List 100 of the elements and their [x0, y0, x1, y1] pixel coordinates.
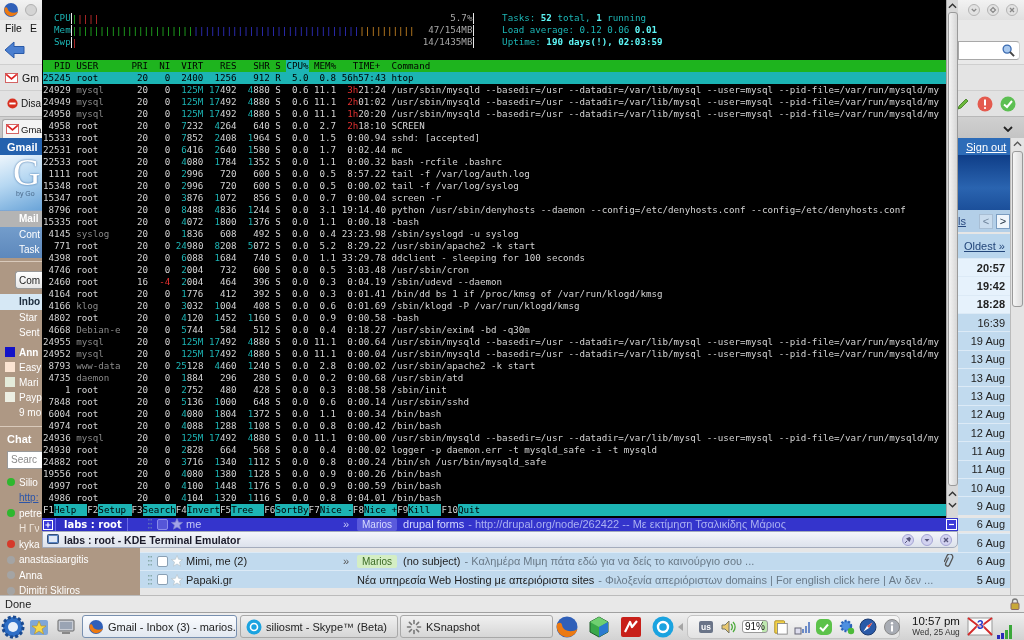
column-header[interactable]: Command — [391, 60, 431, 72]
star-icon[interactable] — [171, 518, 183, 531]
email-row[interactable]: 9 Aug — [958, 496, 1010, 515]
column-header[interactable]: NI — [153, 60, 171, 72]
process-row[interactable]: 4166 klog 20 0 3032 1004 408 S 0.0 0.6 0:01.69 /sbin/klogd -P /var/run/klogd/kmsg — [43, 300, 946, 312]
process-row[interactable]: 24955 mysql 20 0 125M 17492 4880 S 0.0 11.1 0:00.64 /usr/sbin/mysqld --basedir=/usr --datadir=/var/lib/mysql --user=mysql --pid-file=/var/run/mysqld/my — [43, 336, 946, 348]
compose-button[interactable]: Com — [15, 271, 42, 289]
folder-link[interactable]: Inbo — [0, 294, 42, 310]
process-row[interactable]: 19556 root 20 0 4080 1380 1128 S 0.0 0.9 0:00.26 /bin/bash — [43, 468, 946, 480]
pages-icon[interactable] — [772, 618, 789, 635]
process-row[interactable]: 22533 root 20 0 4080 1784 1352 S 0.0 1.1 0:00.32 bash -rcfile .bashrc — [43, 156, 946, 168]
process-row[interactable]: 24950 mysql 20 0 125M 17492 4880 S 0.0 11.1 1h20:20 /usr/sbin/mysqld --basedir=/usr --datadir=/var/lib/mysql --user=mysql --pid-file=/var/run/mysqld/my — [43, 108, 946, 120]
column-header[interactable]: RES — [208, 60, 237, 72]
menu-item[interactable]: E — [29, 22, 37, 34]
minimize-button[interactable] — [968, 4, 980, 16]
scrollbar[interactable] — [1010, 138, 1024, 595]
gear-icon[interactable] — [1, 614, 25, 639]
email-row[interactable]: 13 Aug — [958, 386, 1010, 405]
process-row[interactable]: 4802 root 20 0 4120 1452 1160 S 0.0 0.9 0:00.58 -bash — [43, 312, 946, 324]
battery-indicator[interactable]: 91% — [741, 620, 768, 633]
minus-icon[interactable] — [945, 518, 958, 531]
process-row[interactable]: 24949 mysql 20 0 125M 17492 4880 S 0.6 11.1 2h01:02 /usr/sbin/mysqld --basedir=/usr --datadir=/var/lib/mysql --user=mysql --pid-file=/var/run/mysqld/my — [43, 96, 946, 108]
caret-icon[interactable] — [1003, 125, 1013, 132]
scroll-up-icon[interactable] — [1013, 141, 1022, 147]
task-button[interactable]: siliosmt - Skype™ (Beta) — [240, 615, 398, 638]
gear-icon[interactable] — [838, 618, 855, 635]
column-header[interactable]: MEM% — [314, 60, 337, 72]
email-row[interactable]: 19 Aug — [958, 331, 1010, 350]
minimize-button[interactable] — [921, 533, 933, 546]
process-row[interactable]: 22531 root 20 0 6416 2640 1580 S 0.0 1.7 0:02.44 mc — [43, 144, 946, 156]
email-row[interactable]: 16:39 — [958, 313, 1010, 332]
process-row[interactable]: 4958 root 20 0 7232 4264 640 S 0.0 2.7 2h18:10 SCREEN — [43, 120, 946, 132]
plus-icon[interactable] — [43, 519, 53, 530]
process-row[interactable]: 8796 root 20 0 8488 4836 1244 S 0.0 3.1 19:14.40 python /usr/sbin/denyhosts --daemon --config=/etc/denyhosts.conf --config=/etc/denyhosts.conf — [43, 204, 946, 216]
checkbox[interactable] — [157, 555, 168, 567]
drag-handle-icon[interactable] — [148, 574, 152, 585]
process-row[interactable]: 8793 www-data 20 0 25128 4460 1240 S 0.0 2.8 0:00.02 /usr/sbin/apache2 -k start — [43, 360, 946, 372]
email-row[interactable]: 12 Aug — [958, 423, 1010, 442]
window-menu-button[interactable] — [25, 4, 37, 16]
warning-icon[interactable] — [977, 95, 993, 112]
scrollbar-thumb[interactable] — [947, 12, 958, 486]
column-header[interactable]: VIRT — [175, 60, 204, 72]
info-icon[interactable] — [883, 618, 900, 635]
email-row[interactable]: 6 Aug — [958, 533, 1010, 552]
process-row[interactable]: 25245 root 20 0 2400 1256 912 R 5.0 0.8 56h57:43 htop — [43, 72, 946, 84]
process-row[interactable]: 15348 root 20 0 2996 720 600 S 0.0 0.5 0:00.02 tail -f /var/log/syslog — [43, 180, 946, 192]
bar-chart-icon[interactable] — [996, 624, 1013, 639]
drag-handle-icon[interactable] — [148, 556, 152, 567]
process-row[interactable]: 24929 mysql 20 0 125M 17492 4880 S 0.6 11.1 3h21:24 /usr/sbin/mysqld --basedir=/usr --datadir=/var/lib/mysql --user=mysql --pid-file=/var/run/mysqld/my — [43, 84, 946, 96]
pin-button[interactable] — [902, 533, 914, 546]
process-row[interactable]: 4974 root 20 0 4088 1288 1108 S 0.0 0.8 0:00.42 /bin/bash — [43, 420, 946, 432]
scroll-up-icon[interactable] — [948, 491, 957, 497]
menu-item[interactable]: File — [5, 22, 22, 34]
column-header[interactable]: USER — [76, 60, 126, 72]
process-row[interactable]: 24930 root 20 0 2828 664 568 S 0.0 0.4 0:00.02 logger -p daemon.err -t mysqld_safe -i -t mysqld — [43, 444, 946, 456]
process-row[interactable]: 1 root 20 0 2752 480 428 S 0.0 0.3 8:08.58 /sbin/init — [43, 384, 946, 396]
column-header[interactable]: CPU% — [286, 60, 309, 72]
search-field[interactable]: Searc — [7, 450, 42, 469]
task-button[interactable]: Gmail - Inbox (3) - marios. — [82, 615, 237, 638]
pencil-icon[interactable] — [956, 96, 970, 111]
process-row[interactable]: 4398 root 20 0 6088 1684 740 S 0.0 1.1 33:29.78 ddclient - sleeping for 100 seconds — [43, 252, 946, 264]
process-row[interactable]: 4668 Debian-e 20 0 5744 584 512 S 0.0 0.4 0:18.27 /usr/sbin/exim4 -bd -q30m — [43, 324, 946, 336]
email-row[interactable]: 19:42 — [958, 276, 1010, 295]
process-row[interactable]: 24936 mysql 20 0 125M 17492 4880 S 0.0 11.1 0:00.00 /usr/sbin/mysqld --basedir=/usr --datadir=/var/lib/mysql --user=mysql --pid-file=/var/run/mysqld/my — [43, 432, 946, 444]
email-row[interactable]: 11 Aug — [958, 441, 1010, 460]
search-icon[interactable] — [1002, 43, 1015, 57]
process-row[interactable]: 2460 root 16 -4 2004 464 396 S 0.0 0.3 0:04.19 /sbin/udevd --daemon — [43, 276, 946, 288]
check-icon[interactable] — [1000, 95, 1016, 112]
column-header[interactable]: PID — [43, 60, 71, 72]
email-row[interactable]: 20:57 — [958, 258, 1010, 277]
process-row[interactable]: 15335 root 20 0 4072 1800 1376 S 0.0 1.1 0:00.18 -bash — [43, 216, 946, 228]
process-row[interactable]: 1111 root 20 0 2996 720 600 S 0.0 0.5 8:57.22 tail -f /var/log/auth.log — [43, 168, 946, 180]
column-header[interactable]: PRI — [131, 60, 149, 72]
oldest-link[interactable]: Oldest » — [964, 240, 1005, 252]
disc-icon[interactable] — [651, 614, 675, 639]
label-tag[interactable]: Marios — [357, 554, 397, 568]
tile-icon[interactable] — [619, 614, 643, 639]
close-button[interactable] — [1006, 4, 1018, 16]
process-row[interactable]: 4164 root 20 0 1776 412 392 S 0.0 0.3 0:01.41 /bin/dd bs 1 if /proc/kmsg of /var/run/klogd/kmsg — [43, 288, 946, 300]
browser-tab[interactable]: Gma — [2, 118, 42, 139]
process-row[interactable]: 4986 root 20 0 4104 1320 1116 S 0.0 0.8 0:04.01 /bin/bash — [43, 492, 946, 504]
process-row[interactable]: 24882 root 20 0 3716 1340 1112 S 0.0 0.8 0:00.24 /bin/sh /usr/bin/mysqld_safe — [43, 456, 946, 468]
compass-icon[interactable] — [858, 617, 877, 636]
column-header[interactable]: TIME+ — [341, 60, 386, 72]
back-icon[interactable] — [4, 40, 26, 60]
email-row[interactable]: 10 Aug — [958, 478, 1010, 497]
keyboard-layout[interactable]: us — [699, 620, 713, 633]
star-icon[interactable] — [171, 555, 183, 568]
toolbar-menu[interactable]: Disa — [7, 98, 41, 109]
column-header[interactable]: S — [275, 60, 281, 72]
check-icon[interactable] — [814, 617, 833, 636]
maximize-button[interactable] — [987, 4, 999, 16]
process-row[interactable]: 7848 root 20 0 5136 1000 648 S 0.0 0.6 0:00.14 /usr/sbin/sshd — [43, 396, 946, 408]
process-row[interactable]: 4746 root 20 0 2004 732 600 S 0.0 0.5 3:03.48 /usr/sbin/cron — [43, 264, 946, 276]
cube-icon[interactable] — [587, 614, 611, 639]
task-button[interactable]: KSnapshot — [400, 615, 553, 638]
scroll-up-icon[interactable] — [948, 3, 957, 9]
page-button[interactable]: > — [995, 213, 1010, 229]
monitor-icon[interactable] — [56, 616, 76, 637]
email-row[interactable]: 13 Aug — [958, 368, 1010, 387]
